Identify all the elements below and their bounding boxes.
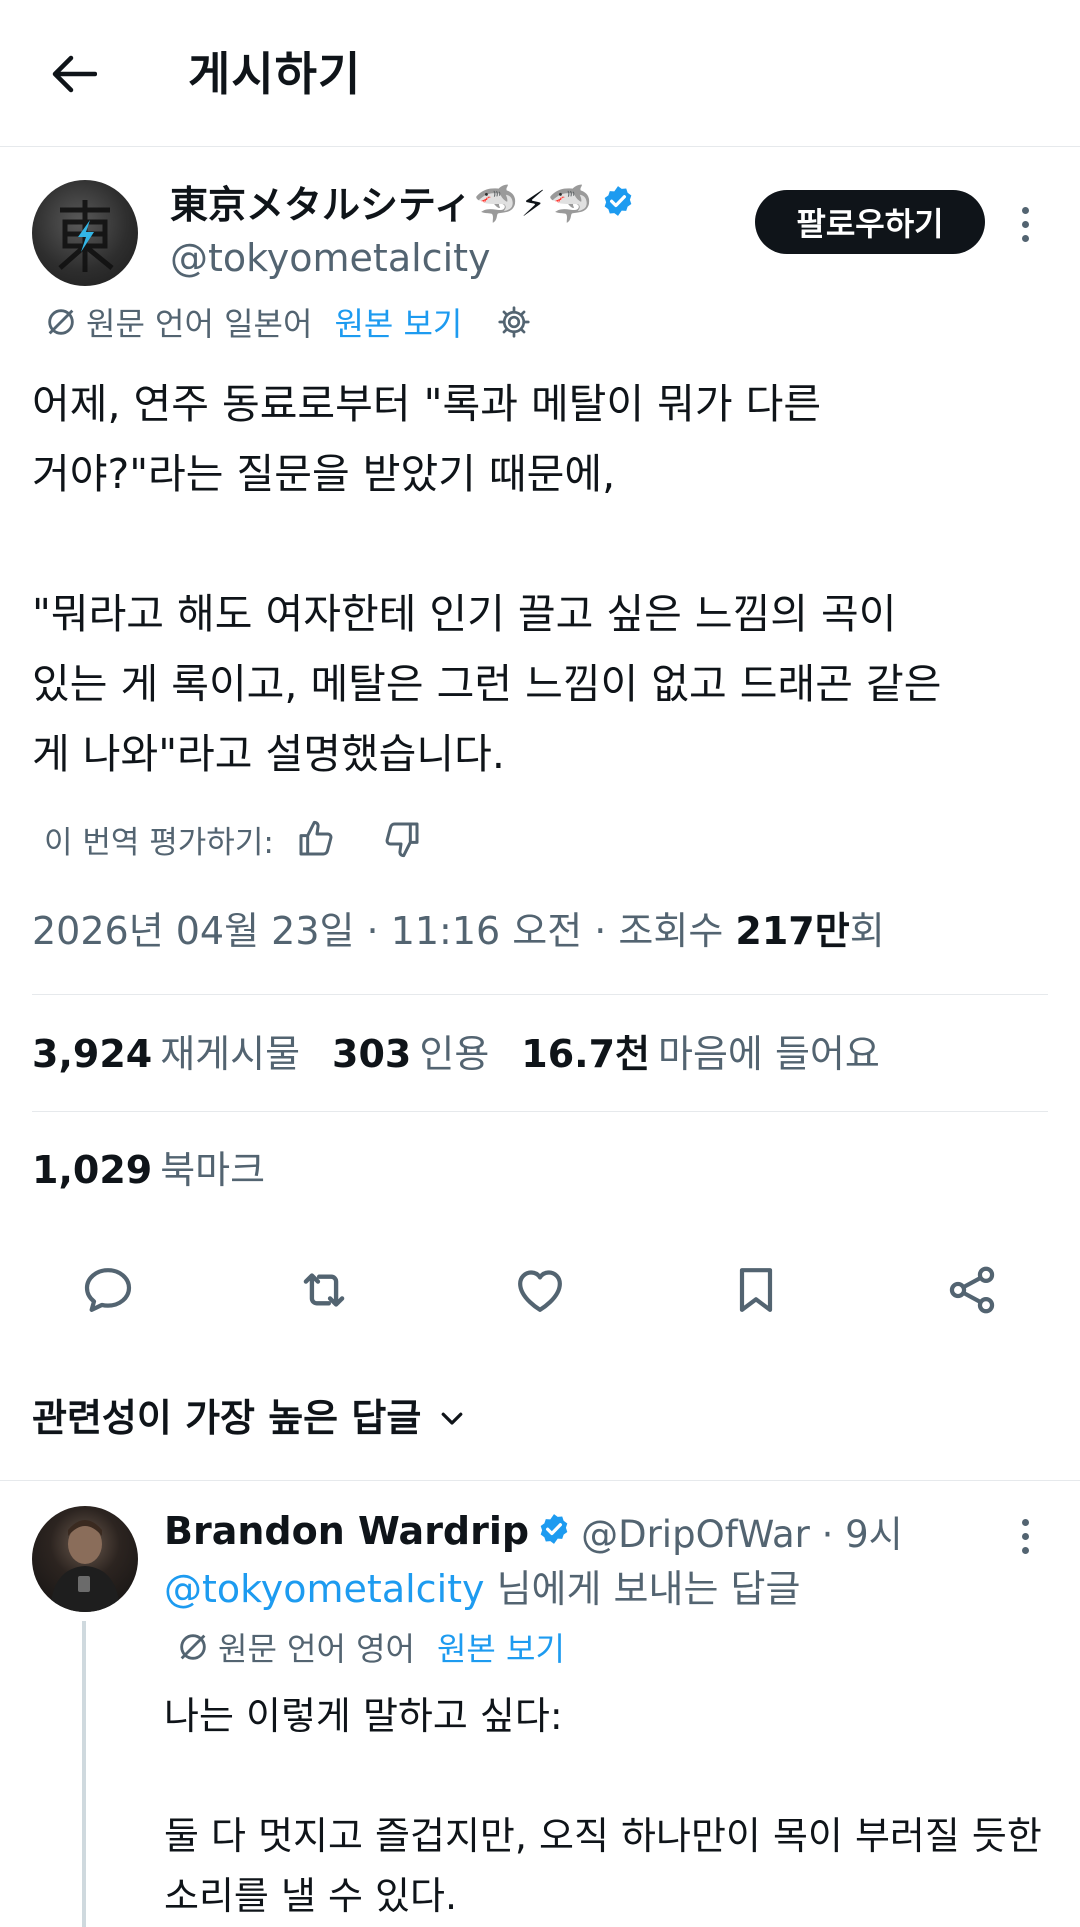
follow-button[interactable]: 팔로우하기 — [755, 190, 985, 254]
heart-icon — [518, 1270, 562, 1312]
thumbs-down-icon[interactable] — [382, 819, 422, 859]
thumbs-up-icon[interactable] — [296, 819, 336, 859]
likes-stat[interactable]: 16.7천 마음에 들어요 — [521, 1026, 880, 1082]
kanji-logo-icon — [58, 200, 114, 272]
avatar[interactable] — [32, 180, 138, 286]
more-dot-icon — [1021, 234, 1029, 242]
translate-icon — [44, 305, 78, 339]
reply-handle-time[interactable]: @DripOfWar · 9시 — [581, 1504, 903, 1558]
reply-header: Brandon Wardrip @DripOfWar · 9시 — [164, 1503, 903, 1559]
translate-icon — [176, 1630, 210, 1664]
bookmarks-count: 1,029 — [32, 1148, 153, 1192]
view-count: 217만 — [735, 909, 850, 953]
gear-icon[interactable] — [496, 304, 532, 340]
more-dot-icon — [1021, 1518, 1029, 1526]
action-bar — [0, 1242, 1080, 1338]
author-handle[interactable]: @tokyometalcity — [170, 233, 491, 283]
reposts-stat[interactable]: 3,924 재게시물 — [32, 1026, 300, 1082]
post-timestamp[interactable]: 2026년 04월 23일 · 11:16 오전 · 조회수 — [32, 909, 735, 953]
reply-more-options-button[interactable] — [1010, 1511, 1040, 1561]
engagement-stats: 3,924 재게시물 303 인용 16.7천 마음에 들어요 — [32, 1026, 912, 1082]
back-button[interactable] — [44, 44, 104, 104]
shark-emoji: 🦈 — [547, 184, 593, 225]
translation-source-lang: 원문 언어 일본어 — [86, 305, 313, 343]
divider — [32, 994, 1048, 995]
post-meta: 2026년 04월 23일 · 11:16 오전 · 조회수 217만회 — [32, 903, 885, 959]
more-dot-icon — [1021, 1546, 1029, 1554]
replies-sort-dropdown[interactable]: 관련성이 가장 높은 답글 — [32, 1390, 467, 1446]
verified-badge-icon — [601, 179, 635, 231]
repost-button[interactable] — [288, 1242, 360, 1338]
reply-translation-bar: 원문 언어 영어 원본 보기 — [176, 1622, 565, 1672]
bookmarks-label: 북마크 — [160, 1148, 266, 1192]
reply-text: 나는 이렇게 말하고 싶다: 둘 다 멋지고 즐겁지만, 오직 하나만이 목이 … — [164, 1694, 1042, 1918]
show-original-link[interactable]: 원본 보기 — [334, 299, 462, 345]
verified-badge-icon — [537, 1512, 571, 1550]
divider — [32, 1111, 1048, 1112]
page-title: 게시하기 — [188, 47, 362, 101]
arrow-left-icon — [52, 55, 97, 93]
reply-translation-source-lang: 원문 언어 영어 — [218, 1630, 415, 1668]
repost-icon — [303, 1273, 345, 1307]
chevron-down-icon — [437, 1403, 467, 1433]
rate-translation: 이 번역 평가하기: — [44, 814, 422, 864]
view-count-suffix: 회 — [849, 909, 885, 953]
reply-show-original-link[interactable]: 원본 보기 — [437, 1624, 565, 1670]
reply-post[interactable]: Brandon Wardrip @DripOfWar · 9시 @tokyome… — [0, 1480, 1080, 1927]
top-bar: 게시하기 — [0, 0, 1080, 147]
bookmark-icon — [739, 1268, 773, 1312]
shark-emoji: 🦈 — [473, 184, 519, 225]
lightning-emoji: ⚡ — [520, 184, 546, 225]
quotes-stat[interactable]: 303 인용 — [332, 1026, 489, 1082]
translation-bar: 원문 언어 일본어 원본 보기 — [44, 299, 532, 345]
post-text: 어제, 연주 동료로부터 "록과 메탈이 뭐가 다른 거야?"라는 질문을 받았… — [32, 380, 942, 778]
reply-button[interactable] — [72, 1242, 144, 1338]
replying-to: @tokyometalcity 님에게 보내는 답글 — [164, 1561, 800, 1617]
replying-to-suffix: 님에게 보내는 답글 — [484, 1567, 801, 1611]
display-name-text: 東京メタルシティ — [170, 183, 472, 227]
more-options-button[interactable] — [1010, 199, 1040, 249]
avatar[interactable] — [32, 1506, 138, 1612]
thread-line — [82, 1621, 86, 1927]
reply-author-name[interactable]: Brandon Wardrip — [164, 1509, 529, 1553]
rate-translation-label: 이 번역 평가하기: — [44, 824, 274, 861]
like-button[interactable] — [504, 1242, 576, 1338]
mention-link[interactable]: @tokyometalcity — [164, 1567, 485, 1611]
bookmark-button[interactable] — [720, 1242, 792, 1338]
more-dot-icon — [1021, 1532, 1029, 1540]
author-name[interactable]: 東京メタルシティ 🦈 ⚡ 🦈 — [170, 179, 635, 231]
reply-icon — [84, 1268, 132, 1312]
more-dot-icon — [1021, 220, 1029, 228]
bookmarks-stat[interactable]: 1,029 북마크 — [32, 1142, 265, 1198]
person-photo-icon — [50, 1520, 120, 1612]
replies-sort-label: 관련성이 가장 높은 답글 — [32, 1396, 422, 1440]
share-icon — [949, 1266, 995, 1314]
more-dot-icon — [1021, 206, 1029, 214]
share-button[interactable] — [936, 1242, 1008, 1338]
